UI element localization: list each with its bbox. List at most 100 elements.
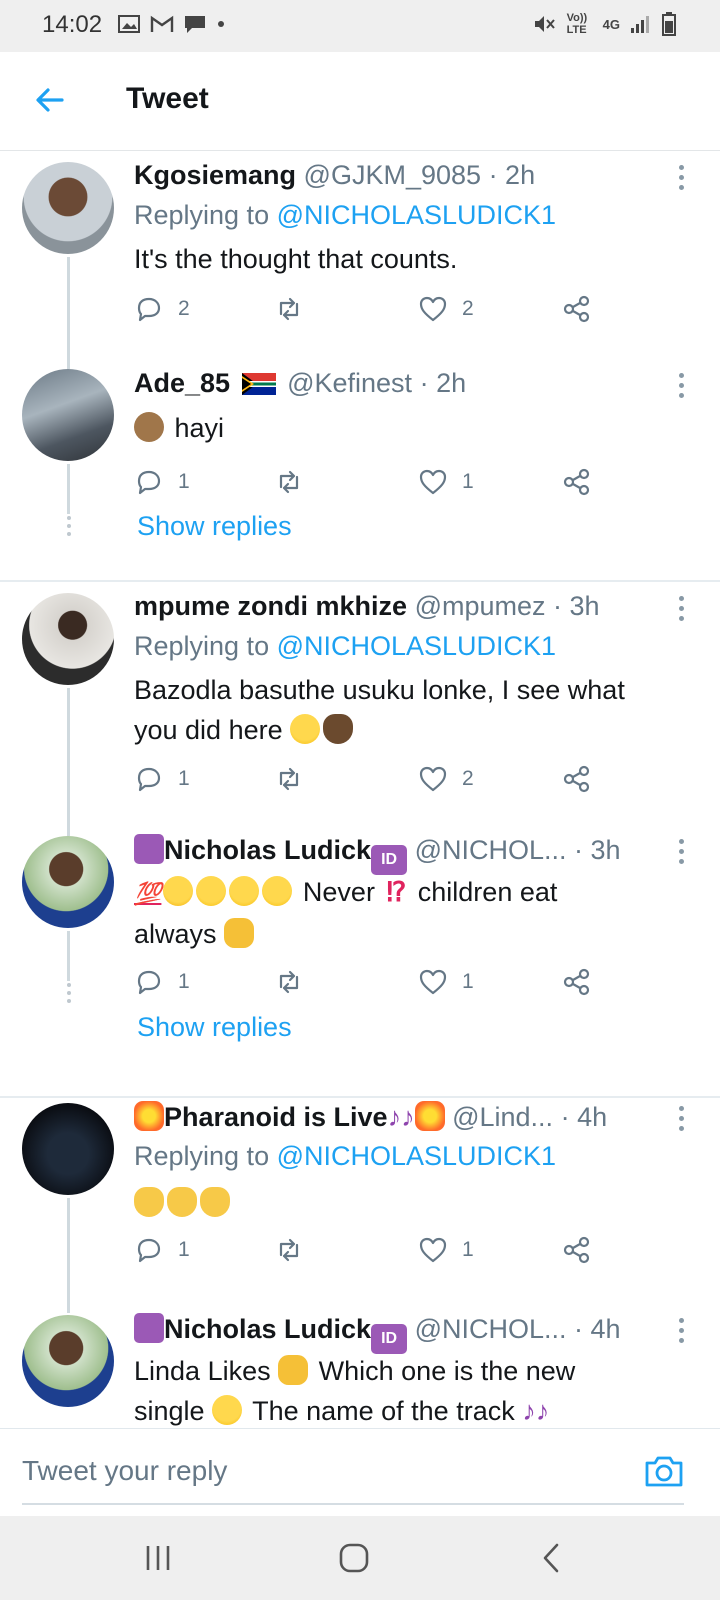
camera-icon[interactable]: [644, 1453, 684, 1489]
user-handle[interactable]: @Lind...: [452, 1102, 553, 1132]
avatar[interactable]: [22, 1103, 114, 1195]
house-badge-icon: [134, 834, 164, 864]
share-button[interactable]: [562, 1235, 592, 1265]
display-name[interactable]: Kgosiemang: [134, 160, 296, 190]
display-name[interactable]: Nicholas Ludick: [164, 835, 371, 865]
avatar[interactable]: [22, 162, 114, 254]
tweet-time: · 4h: [574, 1314, 621, 1344]
back-arrow-icon[interactable]: [32, 82, 68, 118]
dot-icon: [218, 21, 224, 27]
retweet-button[interactable]: [274, 1235, 304, 1265]
like-button[interactable]: 2: [418, 294, 474, 324]
mention-link[interactable]: @NICHOLASLUDICK1: [277, 1141, 556, 1171]
recent-apps-icon[interactable]: [138, 1540, 178, 1576]
more-options-icon[interactable]: [676, 596, 686, 624]
share-button[interactable]: [562, 467, 592, 497]
grin-squint-icon: [196, 876, 227, 906]
reply-composer[interactable]: Tweet your reply: [0, 1428, 720, 1517]
avatar[interactable]: [22, 369, 114, 461]
display-name[interactable]: Pharanoid is Live: [164, 1102, 388, 1132]
heart-icon: [419, 296, 447, 322]
tweet-actions: 1 1: [134, 967, 614, 1003]
reply-input[interactable]: Tweet your reply: [22, 1455, 227, 1487]
more-options-icon[interactable]: [676, 839, 686, 867]
grin-squint-icon: [229, 876, 260, 906]
reply-button[interactable]: 1: [134, 467, 190, 497]
music-notes-icon: ♪♪: [387, 1102, 415, 1132]
tweet-text: Linda Likes: [134, 1356, 271, 1386]
reply-button[interactable]: 2: [134, 294, 190, 324]
retweet-button[interactable]: [274, 764, 304, 794]
tweet-header: Pharanoid is Live♪♪ @Lind... · 4h: [134, 1101, 607, 1133]
tweet-text-line-2: always: [134, 914, 694, 954]
user-handle[interactable]: @NICHOL...: [415, 1314, 567, 1344]
smiling-face-icon: [212, 1395, 243, 1425]
reply-feed[interactable]: Kgosiemang @GJKM_9085 · 2h Replying to @…: [0, 151, 720, 1427]
retweet-button[interactable]: [274, 967, 304, 997]
collision-icon: [134, 1101, 164, 1131]
like-button[interactable]: 1: [418, 967, 474, 997]
user-handle[interactable]: @Kefinest: [287, 368, 412, 398]
display-name[interactable]: Nicholas Ludick: [164, 1314, 371, 1344]
tweet-text: The name of the track: [252, 1396, 515, 1426]
share-button[interactable]: [562, 967, 592, 997]
more-options-icon[interactable]: [676, 165, 686, 193]
tweet-actions: 1 1: [134, 467, 614, 503]
show-replies-link[interactable]: Show replies: [137, 1012, 292, 1043]
tweet-text-line: Linda Likes Which one is the new: [134, 1351, 694, 1391]
hundred-points-icon: 💯: [134, 881, 162, 906]
share-icon: [563, 468, 590, 496]
image-icon: [118, 15, 140, 33]
thread-divider: [0, 580, 720, 582]
tears-of-joy-icon: [290, 714, 321, 744]
like-count: 2: [462, 767, 474, 790]
avatar[interactable]: [22, 836, 114, 928]
display-name[interactable]: Ade_85: [134, 368, 230, 398]
tweet-text-container: [134, 1183, 694, 1223]
show-replies-link[interactable]: Show replies: [137, 511, 292, 542]
exclamation-question-icon: ⁉: [386, 877, 407, 907]
mention-link[interactable]: @NICHOLASLUDICK1: [277, 631, 556, 661]
user-handle[interactable]: @GJKM_9085: [304, 160, 482, 190]
retweet-button[interactable]: [274, 294, 304, 324]
replying-label: Replying to: [134, 200, 277, 230]
user-handle[interactable]: @NICHOL...: [415, 835, 567, 865]
reply-button[interactable]: 1: [134, 1235, 190, 1265]
like-button[interactable]: 2: [418, 764, 474, 794]
battery-icon: [662, 12, 676, 36]
tweet-time: · 2h: [419, 368, 467, 398]
more-options-icon[interactable]: [676, 1106, 686, 1134]
mute-icon: [534, 16, 555, 32]
share-button[interactable]: [562, 294, 592, 324]
share-icon: [563, 1236, 590, 1264]
reply-button[interactable]: 1: [134, 764, 190, 794]
more-options-icon[interactable]: [676, 373, 686, 401]
reply-button[interactable]: 1: [134, 967, 190, 997]
thread-dots: [66, 983, 72, 1007]
ok-hand-icon: [200, 1187, 230, 1217]
volte-icon: Vo)) LTE: [566, 12, 588, 36]
mention-link[interactable]: @NICHOLASLUDICK1: [277, 200, 556, 230]
tweet-text-container: hayi: [134, 408, 694, 448]
share-button[interactable]: [562, 764, 592, 794]
id-badge-icon: ID: [371, 1324, 408, 1354]
home-icon[interactable]: [334, 1540, 374, 1576]
avatar[interactable]: [22, 1315, 114, 1407]
4g-icon: 4G: [602, 16, 620, 32]
display-name[interactable]: mpume zondi mkhize: [134, 591, 407, 621]
see-no-evil-monkey-icon: [134, 412, 164, 442]
heart-icon: [419, 1237, 447, 1263]
user-handle[interactable]: @mpumez: [415, 591, 546, 621]
ok-hand-icon: [323, 714, 354, 744]
like-button[interactable]: 1: [418, 1235, 474, 1265]
reply-input-underline: [22, 1503, 684, 1505]
more-options-icon[interactable]: [676, 1318, 686, 1346]
tweet-text: hayi: [174, 413, 225, 443]
retweet-button[interactable]: [274, 467, 304, 497]
thread-line: [67, 1198, 70, 1313]
avatar[interactable]: [22, 593, 114, 685]
back-icon[interactable]: [532, 1540, 572, 1576]
like-button[interactable]: 1: [418, 467, 474, 497]
share-icon: [563, 968, 590, 996]
reply-count: 1: [178, 470, 190, 493]
